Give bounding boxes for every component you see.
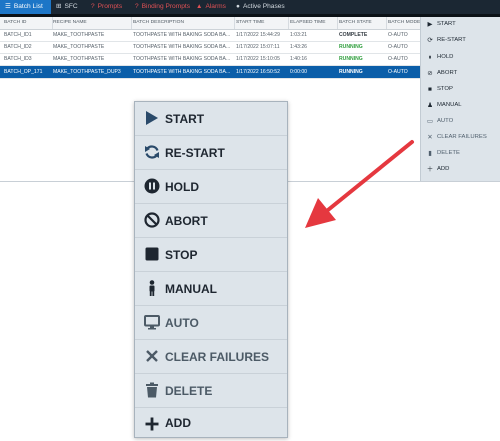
- column-header[interactable]: BATCH STATE: [339, 17, 387, 29]
- elapsed-time-cell: 1:43:26: [290, 44, 307, 50]
- pause-icon: ⏸: [428, 54, 432, 61]
- pause-icon: [144, 178, 160, 194]
- question-icon: ?: [91, 3, 95, 10]
- refresh-icon: [145, 145, 159, 159]
- restart-menu-item[interactable]: RE-START: [135, 136, 287, 170]
- auto-menu-item[interactable]: AUTO: [135, 306, 287, 340]
- batch-state-cell: COMPLETE: [339, 32, 368, 38]
- column-header[interactable]: BATCH ID: [0, 17, 53, 29]
- user-icon: ●: [236, 3, 240, 10]
- abort-menu-item[interactable]: ABORT: [135, 204, 287, 238]
- start-time-cell: 1/17/2022 16:50:52: [236, 69, 280, 75]
- column-header[interactable]: BATCH MODE: [388, 17, 420, 29]
- refresh-icon: ⟳: [427, 37, 433, 44]
- stop-button[interactable]: ■ STOP: [421, 82, 500, 97]
- monitor-icon: [144, 315, 160, 330]
- table-row[interactable]: BATCH_ID2 MAKE_TOOTHPASTE TOOTHPASTE WIT…: [0, 42, 420, 54]
- tab-prompts[interactable]: ? Prompts: [91, 0, 122, 14]
- close-icon: [146, 350, 158, 362]
- bell-icon: ▲: [196, 3, 203, 10]
- stop-icon: [145, 247, 159, 261]
- command-menu-zoomed: START RE-START HOLD ABORT STOP MANUAL AU…: [134, 101, 288, 438]
- column-header[interactable]: ELAPSED TIME: [290, 17, 338, 29]
- question-icon: ?: [135, 3, 139, 10]
- tab-sfc[interactable]: ⊞ SFC: [56, 0, 78, 14]
- elapsed-time-cell: 0:00:00: [290, 69, 307, 75]
- elapsed-time-cell: 1:03:21: [290, 32, 307, 38]
- start-time-cell: 1/17/2022 15:10:05: [236, 56, 280, 62]
- ban-icon: [144, 212, 160, 228]
- tab-alarms[interactable]: ▲ Alarms: [196, 0, 226, 14]
- recipe-name-cell: MAKE_TOOTHPASTE: [53, 32, 105, 38]
- batch-id-cell: BATCH_ID1: [4, 32, 32, 38]
- batch-id-cell: BATCH_ID2: [4, 44, 32, 50]
- manual-button[interactable]: ♟ MANUAL: [421, 98, 500, 113]
- monitor-icon: ▭: [426, 118, 434, 125]
- start-time-cell: 1/17/2022 15:44:29: [236, 32, 280, 38]
- batch-id-cell: BATCH_OP_171: [4, 69, 43, 75]
- stop-menu-item[interactable]: STOP: [135, 238, 287, 272]
- list-icon: ☰: [5, 3, 11, 10]
- batch-mode-cell: O-AUTO: [388, 44, 408, 50]
- command-panel: ▶ START ⟳ RE-START ⏸ HOLD ⊘ ABORT ■ STOP ♟ MAN…: [420, 17, 500, 181]
- clear-failures-button[interactable]: ✕ CLEAR FAILURES: [421, 130, 500, 145]
- batch-mode-cell: O-AUTO: [388, 69, 408, 75]
- start-button[interactable]: ▶ START: [421, 17, 500, 32]
- column-header[interactable]: RECIPE NAME: [53, 17, 132, 29]
- plus-icon: [145, 417, 159, 431]
- batch-id-cell: BATCH_ID3: [4, 56, 32, 62]
- description-cell: TOOTHPASTE WITH BAKING SODA BA...: [133, 44, 231, 50]
- delete-button[interactable]: ▮ DELETE: [421, 146, 500, 161]
- sitemap-icon: ⊞: [56, 3, 62, 10]
- recipe-name-cell: MAKE_TOOTHPASTE_DUP3: [53, 69, 121, 75]
- person-icon: [149, 280, 155, 296]
- add-button[interactable]: ＋ ADD: [421, 162, 500, 177]
- plus-icon: ＋: [426, 166, 434, 173]
- elapsed-time-cell: 1:40:16: [290, 56, 307, 62]
- person-icon: ♟: [427, 102, 433, 109]
- column-header[interactable]: START TIME: [236, 17, 289, 29]
- table-row[interactable]: BATCH_ID3 MAKE_TOOTHPASTE TOOTHPASTE WIT…: [0, 54, 420, 66]
- table-header: BATCH ID RECIPE NAME BATCH DESCRIPTION S…: [0, 17, 420, 30]
- restart-button[interactable]: ⟳ RE-START: [421, 33, 500, 48]
- tab-active-phases[interactable]: ● Active Phases: [236, 0, 285, 14]
- start-time-cell: 1/17/2022 15:07:11: [236, 44, 280, 50]
- stop-icon: ■: [428, 86, 432, 93]
- close-icon: ✕: [427, 134, 433, 141]
- description-cell: TOOTHPASTE WITH BAKING SODA BA...: [133, 69, 231, 75]
- recipe-name-cell: MAKE_TOOTHPASTE: [53, 56, 105, 62]
- batch-state-cell: RUNNING: [339, 69, 363, 75]
- tab-batch-list[interactable]: ☰ Batch List: [0, 0, 51, 14]
- table-row[interactable]: BATCH_ID1 MAKE_TOOTHPASTE TOOTHPASTE WIT…: [0, 30, 420, 42]
- description-cell: TOOTHPASTE WITH BAKING SODA BA...: [133, 32, 231, 38]
- batch-mode-cell: O-AUTO: [388, 56, 408, 62]
- tab-binding-prompts[interactable]: ? Binding Prompts: [135, 0, 190, 14]
- table-row-selected[interactable]: BATCH_OP_171 MAKE_TOOTHPASTE_DUP3 TOOTHP…: [0, 66, 420, 79]
- delete-menu-item[interactable]: DELETE: [135, 374, 287, 408]
- batch-mode-cell: O-AUTO: [388, 32, 408, 38]
- batch-state-cell: RUNNING: [339, 56, 363, 62]
- play-icon: ▶: [427, 21, 433, 28]
- tab-bar: ☰ Batch List ⊞ SFC ? Prompts ? Binding Promp…: [0, 0, 500, 17]
- ban-icon: ⊘: [427, 70, 433, 77]
- play-icon: [146, 111, 158, 125]
- trash-icon: ▮: [428, 150, 432, 157]
- column-header[interactable]: BATCH DESCRIPTION: [133, 17, 235, 29]
- description-cell: TOOTHPASTE WITH BAKING SODA BA...: [133, 56, 231, 62]
- clear-failures-menu-item[interactable]: CLEAR FAILURES: [135, 340, 287, 374]
- batch-state-cell: RUNNING: [339, 44, 363, 50]
- add-menu-item[interactable]: ADD: [135, 408, 287, 437]
- hold-button[interactable]: ⏸ HOLD: [421, 50, 500, 65]
- auto-button[interactable]: ▭ AUTO: [421, 114, 500, 129]
- hold-menu-item[interactable]: HOLD: [135, 170, 287, 204]
- start-menu-item[interactable]: START: [135, 102, 287, 136]
- recipe-name-cell: MAKE_TOOTHPASTE: [53, 44, 105, 50]
- manual-menu-item[interactable]: MANUAL: [135, 272, 287, 306]
- abort-button[interactable]: ⊘ ABORT: [421, 66, 500, 81]
- trash-icon: [146, 382, 158, 398]
